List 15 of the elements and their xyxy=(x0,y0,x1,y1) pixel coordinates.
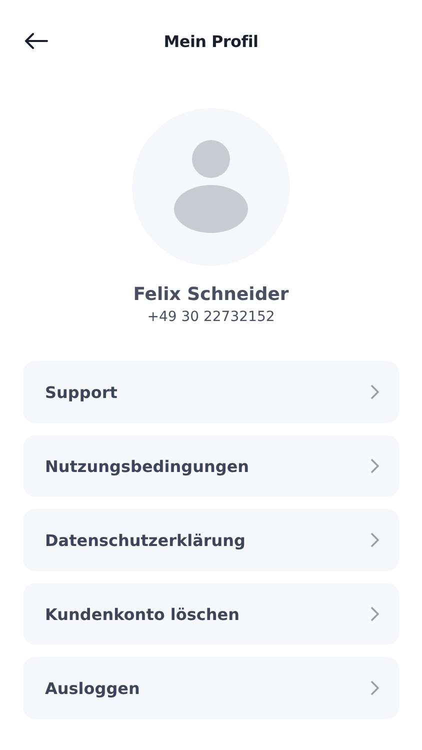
profile-name: Felix Schneider xyxy=(133,284,289,305)
menu-item[interactable]: Support xyxy=(23,361,399,423)
chevron-right-icon xyxy=(371,385,379,399)
back-arrow-icon[interactable] xyxy=(24,33,48,49)
page-title: Mein Profil xyxy=(164,32,258,50)
chevron-right-icon xyxy=(371,459,379,473)
menu-item[interactable]: Kundenkonto löschen xyxy=(23,583,399,645)
menu-item[interactable]: Ausloggen xyxy=(23,657,399,719)
chevron-right-icon xyxy=(371,681,379,695)
avatar-icon xyxy=(132,108,290,266)
chevron-right-icon xyxy=(371,533,379,547)
phone-number: +49 30 22732152 xyxy=(147,309,275,325)
menu-item[interactable]: Nutzungsbedingungen xyxy=(23,435,399,497)
chevron-right-icon xyxy=(371,607,379,621)
menu-item[interactable]: Datenschutzerklärung xyxy=(23,509,399,571)
